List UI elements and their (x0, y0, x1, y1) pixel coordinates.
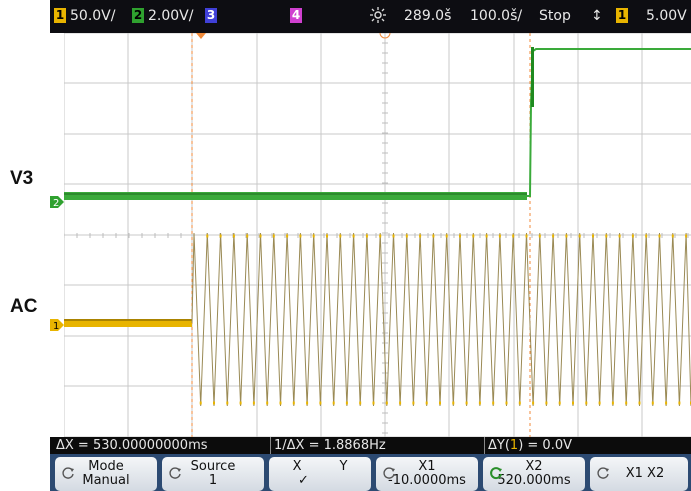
rotate-knob-icon (597, 467, 609, 479)
horizontal-delay[interactable]: 289.0š (404, 8, 451, 25)
ch4-indicator[interactable]: 4 (290, 8, 306, 25)
delta-y-channel: 1 (509, 438, 519, 453)
ch2-scale[interactable]: 2 2.00V/ (132, 8, 193, 25)
delta-x-readout: ΔX = 530.00000000ms (56, 438, 208, 453)
ch1-trace (64, 232, 691, 407)
run-state[interactable]: Stop (539, 8, 571, 25)
ch1-scale-value: 50.0V/ (70, 8, 116, 24)
trigger-slope-icon: ↕ (591, 8, 603, 24)
delta-y-suffix: ) = 0.0V (518, 438, 572, 453)
ch4-badge: 4 (290, 8, 302, 23)
v3-label: V3 (10, 168, 34, 189)
trigger-source[interactable]: 1 (616, 8, 632, 25)
ch3-badge: 3 (205, 8, 217, 23)
mode-softkey[interactable]: Mode Manual (55, 457, 157, 491)
inverse-delta-x-readout: 1/ΔX = 1.8868Hz (270, 437, 386, 454)
graticule-ticks (64, 33, 689, 434)
ch1-scale[interactable]: 1 50.0V/ (54, 8, 115, 25)
cursor-readout-bar: ΔX = 530.00000000ms 1/ΔX = 1.8868Hz ΔY(1… (50, 437, 691, 454)
ch2-trace (64, 47, 691, 200)
softkey-bar: Mode Manual Source 1 XY ✓ X1 -10.0000ms … (50, 454, 691, 491)
rotate-knob-icon (62, 467, 74, 479)
brightness-icon[interactable] (370, 7, 386, 28)
x-label: X (292, 459, 302, 474)
x1-softkey[interactable]: X1 -10.0000ms (376, 457, 478, 491)
y-label: Y (339, 459, 348, 474)
trigger-level[interactable]: 5.00V (646, 8, 687, 25)
ch1-ground-marker[interactable]: 1 (50, 317, 64, 332)
rotate-knob-icon (383, 467, 395, 479)
x2-softkey[interactable]: X2 520.000ms (483, 457, 585, 491)
trigger-ch-badge: 1 (616, 8, 628, 23)
x-selected-check: ✓ (298, 473, 309, 488)
trigger-position-marker (196, 33, 206, 39)
waveform-display[interactable] (64, 33, 691, 437)
timebase[interactable]: 100.0š/ (470, 8, 522, 25)
ch1-badge: 1 (54, 8, 66, 23)
ch2-ground-marker[interactable]: 2 (50, 194, 64, 209)
source-softkey[interactable]: Source 1 (162, 457, 264, 491)
ac-label: AC (10, 296, 38, 317)
xy-softkey[interactable]: XY ✓ (269, 457, 371, 491)
status-bar: 1 50.0V/ 2 2.00V/ 3 4 289.0š 100.0š/ Stop … (50, 0, 691, 33)
xy-labels: XY (269, 457, 371, 474)
ch3-indicator[interactable]: 3 (205, 8, 221, 25)
x1x2-softkey[interactable]: X1 X2 (590, 457, 688, 491)
rotate-knob-active-icon (490, 467, 502, 480)
delta-y-prefix: ΔY( (488, 438, 510, 453)
delta-y-readout: ΔY(1) = 0.0V (484, 437, 572, 454)
ch2-marker-label: 2 (53, 198, 59, 209)
ch1-marker-label: 1 (53, 321, 59, 332)
ch2-scale-value: 2.00V/ (148, 8, 194, 24)
ch2-badge: 2 (132, 8, 144, 23)
rotate-knob-icon (169, 467, 181, 479)
